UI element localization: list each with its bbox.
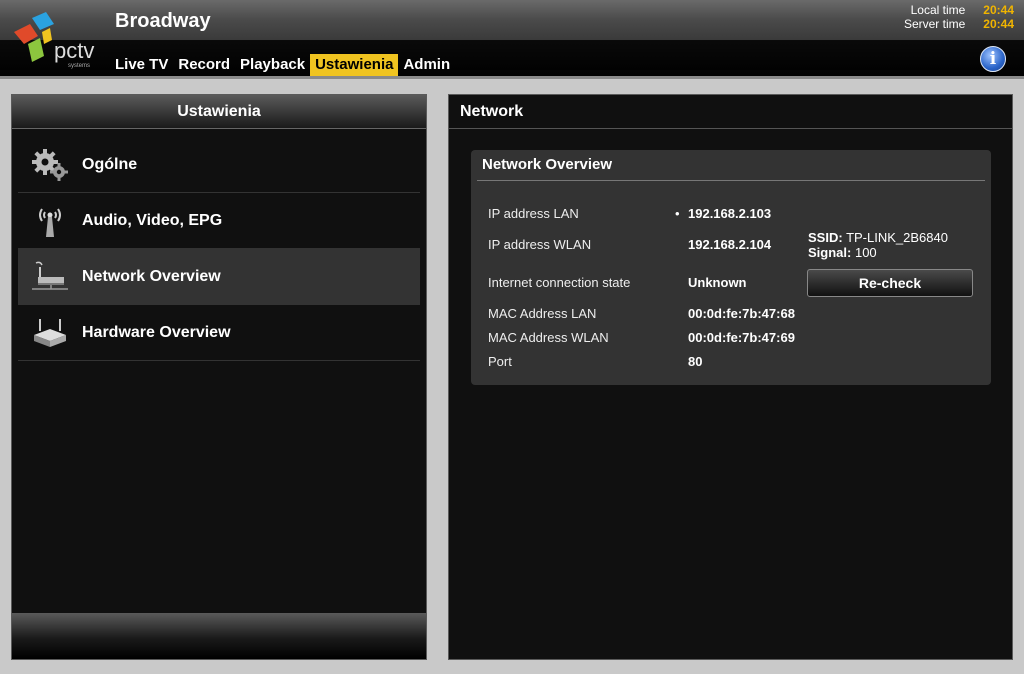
sidebar-item-label: Network Overview [82, 267, 221, 285]
router-icon [28, 257, 72, 297]
settings-menu: Ogólne Audio, Video, EPG Network Overvie… [18, 137, 420, 361]
wifi-info: SSID: TP-LINK_2B6840 Signal: 100 [808, 230, 948, 260]
local-time-label: Local time [910, 3, 966, 17]
mac-lan-value: 00:0d:fe:7b:47:68 [688, 306, 795, 321]
svg-text:pctv: pctv [54, 38, 94, 63]
port-value: 80 [688, 354, 703, 369]
main-nav: Live TV Record Playback Ustawienia Admin [110, 54, 455, 76]
local-time-row: Local time 20:44 [904, 3, 1014, 17]
mac-wlan-value: 00:0d:fe:7b:47:69 [688, 330, 795, 345]
pctv-logo: pctv systems [14, 12, 94, 69]
app-header: pctv systems Broadway Local time 20:44 S… [0, 0, 1024, 79]
nav-ustawienia[interactable]: Ustawienia [310, 54, 399, 76]
mac-lan-label: MAC Address LAN [488, 306, 597, 321]
signal-label: Signal: [808, 245, 852, 260]
sidebar-title: Ustawienia [12, 95, 426, 129]
nav-record[interactable]: Record [173, 54, 235, 76]
bullet-icon: • [675, 206, 680, 221]
ip-wlan-value: 192.168.2.104 [688, 237, 772, 252]
internet-state-value: Unknown [688, 275, 747, 290]
sidebar-item-hardware-overview[interactable]: Hardware Overview [18, 305, 420, 361]
internet-state-label: Internet connection state [488, 275, 631, 290]
sidebar-item-label: Ogólne [82, 155, 138, 173]
ip-lan-value: 192.168.2.103 [688, 206, 772, 221]
app-title: Broadway [115, 10, 211, 32]
network-overview-box: Network Overview IP address LAN • 192.16… [471, 150, 991, 385]
ssid-value: TP-LINK_2B6840 [846, 230, 948, 245]
page-title: Network [449, 95, 1012, 129]
ip-wlan-label: IP address WLAN [488, 237, 592, 252]
port-label: Port [488, 354, 512, 369]
sidebar-item-network-overview[interactable]: Network Overview [18, 249, 420, 305]
sidebar-item-label: Audio, Video, EPG [82, 211, 223, 229]
mac-wlan-label: MAC Address WLAN [488, 330, 609, 345]
overview-divider [477, 180, 985, 181]
settings-sidebar: Ustawienia Ogólne Audio, Video, EPG Netw… [11, 94, 427, 660]
gears-icon [28, 145, 72, 185]
nav-playback[interactable]: Playback [235, 54, 310, 76]
header-divider [0, 76, 1024, 79]
network-panel: Network Network Overview IP address LAN … [448, 94, 1013, 660]
ip-lan-label: IP address LAN [488, 206, 579, 221]
svg-text:systems: systems [68, 63, 90, 69]
sidebar-footer [12, 613, 426, 659]
nav-admin[interactable]: Admin [398, 54, 455, 76]
signal-value: 100 [854, 245, 877, 260]
server-time-value: 20:44 [983, 17, 1014, 31]
device-icon [28, 313, 72, 353]
info-icon[interactable]: i [980, 46, 1006, 72]
antenna-icon [28, 201, 72, 241]
overview-title: Network Overview [482, 156, 613, 173]
time-block: Local time 20:44 Server time 20:44 [904, 3, 1014, 31]
local-time-value: 20:44 [983, 3, 1014, 17]
sidebar-item-ogolne[interactable]: Ogólne [18, 137, 420, 193]
recheck-button[interactable]: Re-check [807, 269, 973, 297]
ssid-label: SSID: [808, 230, 843, 245]
nav-live-tv[interactable]: Live TV [110, 54, 173, 76]
sidebar-item-audio-video-epg[interactable]: Audio, Video, EPG [18, 193, 420, 249]
server-time-label: Server time [903, 17, 966, 31]
sidebar-item-label: Hardware Overview [82, 323, 231, 341]
server-time-row: Server time 20:44 [904, 17, 1014, 31]
